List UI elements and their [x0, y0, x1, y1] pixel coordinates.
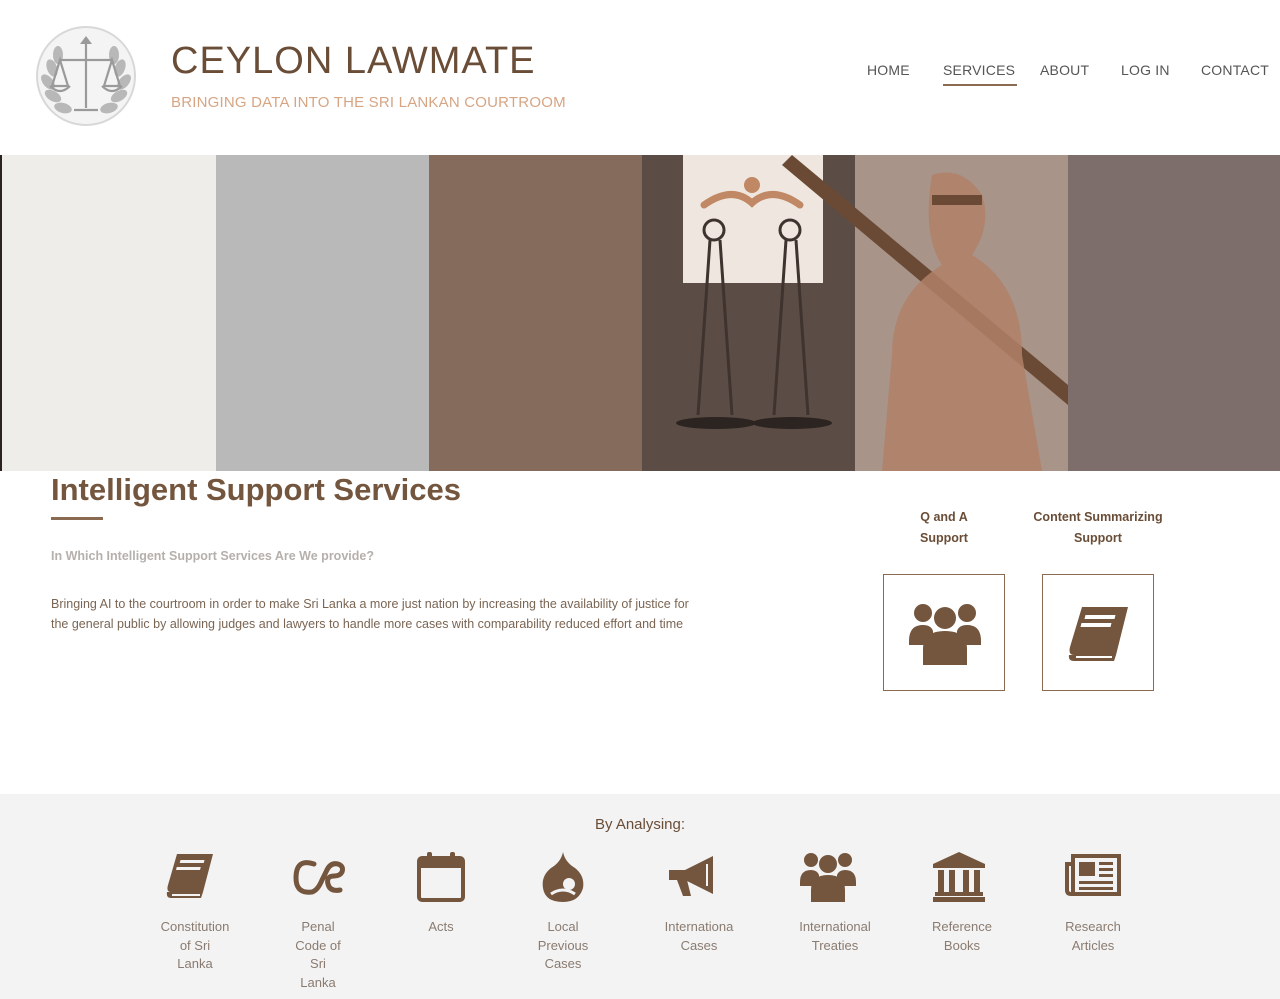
- source-reference-books[interactable]: Reference Books: [916, 918, 1008, 955]
- nav-contact[interactable]: CONTACT: [1201, 62, 1269, 78]
- analysing-title: By Analysing:: [594, 816, 686, 833]
- title-underline: [51, 517, 103, 520]
- source-label-line: Research: [1065, 919, 1121, 934]
- source-label-line: Code of: [295, 937, 341, 953]
- newspaper-icon: [1065, 854, 1121, 896]
- source-label-line: Acts: [428, 919, 454, 934]
- source-label-line: of Sri: [179, 937, 211, 953]
- site-tagline: BRINGING DATA INTO THE SRI LANKAN COURTR…: [171, 94, 566, 111]
- source-label-line: Previous: [537, 937, 589, 953]
- site-header: CEYLON LAWMATE BRINGING DATA INTO THE SR…: [0, 0, 1280, 155]
- justice-statue-image: [676, 155, 1068, 471]
- drupal-icon: [542, 852, 584, 902]
- source-label-line: Sri: [310, 956, 326, 971]
- main-nav: HOME SERVICES ABOUT LOG IN CONTACT: [0, 62, 1280, 92]
- card-label-line: Support: [920, 531, 968, 545]
- description-line: Bringing AI to the courtroom in order to…: [51, 597, 689, 611]
- qa-support-card[interactable]: [883, 574, 1005, 691]
- calendar-icon: [417, 852, 465, 902]
- services-title: Intelligent Support Services: [51, 472, 461, 507]
- hero-band: [1068, 155, 1280, 471]
- source-label-line: Reference: [932, 919, 992, 934]
- hero-banner: [0, 155, 1280, 471]
- services-description: Bringing AI to the courtroom in order to…: [51, 594, 691, 634]
- source-penal-code[interactable]: Penal Code of Sri Lanka: [272, 918, 364, 992]
- book-icon: [1068, 607, 1128, 661]
- users-group-icon: [909, 604, 981, 665]
- megaphone-icon: [669, 856, 713, 896]
- hero-band: [429, 155, 642, 471]
- services-subtitle: In Which Intelligent Support Services Ar…: [51, 549, 374, 563]
- source-acts[interactable]: Acts: [395, 918, 487, 937]
- hero-band: [2, 155, 216, 471]
- qa-support-label: Q and A Support: [884, 507, 1004, 549]
- description-line: the general public by allowing judges an…: [51, 617, 684, 631]
- bank-building-icon: [933, 852, 985, 902]
- nav-about[interactable]: ABOUT: [1040, 62, 1089, 78]
- source-research-articles[interactable]: Research Articles: [1047, 918, 1139, 955]
- card-label-line: Content Summarizing: [1033, 510, 1163, 524]
- lastfm-icon: [293, 860, 345, 895]
- book-icon: [166, 854, 213, 898]
- summarizing-support-label: Content Summarizing Support: [1028, 507, 1168, 549]
- source-label-line: Local: [547, 919, 579, 934]
- nav-login[interactable]: LOG IN: [1121, 62, 1170, 78]
- source-label-line: Constitution: [160, 919, 230, 934]
- source-label-line: Penal: [301, 919, 335, 934]
- source-label-line: Lanka: [300, 974, 336, 990]
- source-local-cases[interactable]: Local Previous Cases: [517, 918, 609, 974]
- source-label-line: Cases: [544, 956, 582, 971]
- source-label-line: Treaties: [811, 937, 859, 953]
- source-international-cases[interactable]: Internationa Cases: [653, 918, 745, 955]
- card-label-line: Support: [1074, 531, 1122, 545]
- source-label-line: Books: [943, 937, 981, 953]
- nav-services[interactable]: SERVICES: [943, 62, 1018, 86]
- source-label-line: Articles: [1071, 937, 1115, 953]
- source-international-treaties[interactable]: International Treaties: [789, 918, 881, 955]
- summarizing-support-card[interactable]: [1042, 574, 1154, 691]
- source-label-line: Lanka: [177, 956, 213, 971]
- hero-band: [216, 155, 429, 471]
- source-label-line: Internationa: [664, 919, 734, 934]
- source-constitution[interactable]: Constitution of Sri Lanka: [149, 918, 241, 974]
- source-label-line: Cases: [680, 937, 718, 953]
- card-label-line: Q and A: [920, 510, 968, 524]
- nav-home[interactable]: HOME: [867, 62, 910, 78]
- source-label-line: International: [799, 919, 871, 934]
- users-group-icon: [800, 853, 856, 902]
